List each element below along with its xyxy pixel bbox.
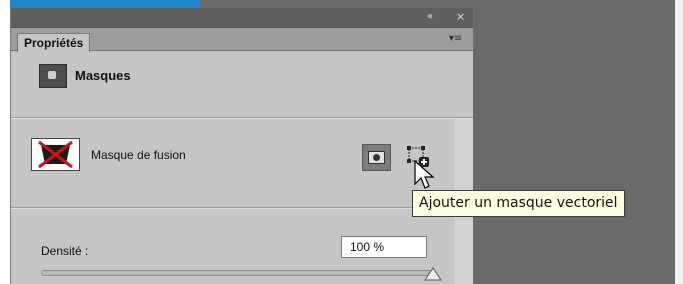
panel-menu-icon[interactable]: ▾≡ — [449, 32, 462, 46]
masks-title: Masques — [75, 68, 131, 83]
properties-panel: « × Propriétés ▾≡ Masques Masque de fusi… — [10, 8, 474, 284]
tooltip: Ajouter un masque vectoriel — [412, 190, 625, 217]
fusion-mask-thumbnail[interactable] — [31, 138, 80, 171]
disabled-mask-cross-icon — [38, 140, 73, 169]
slider-handle-icon[interactable] — [424, 267, 442, 281]
tab-properties[interactable]: Propriétés — [17, 33, 91, 52]
mouse-pointer-icon — [414, 160, 435, 189]
add-pixel-mask-button[interactable] — [362, 144, 391, 171]
fusion-mask-label: Masque de fusion — [91, 148, 186, 162]
density-slider-fill — [42, 271, 432, 275]
screen-right-edge — [675, 0, 683, 284]
mask-icon — [39, 64, 67, 88]
density-label: Densité : — [41, 244, 89, 258]
screen-left-edge — [0, 0, 10, 284]
panel-tab-row: Propriétés ▾≡ — [11, 28, 473, 52]
density-field[interactable]: 100 % — [341, 236, 427, 258]
density-slider[interactable] — [41, 270, 433, 276]
panel-title-bar[interactable]: « × — [11, 8, 473, 28]
masks-header: Masques — [11, 51, 473, 95]
collapse-icon[interactable]: « — [427, 9, 433, 25]
close-icon[interactable]: × — [456, 9, 465, 25]
divider-highlight — [11, 118, 473, 119]
divider-highlight — [11, 208, 454, 209]
